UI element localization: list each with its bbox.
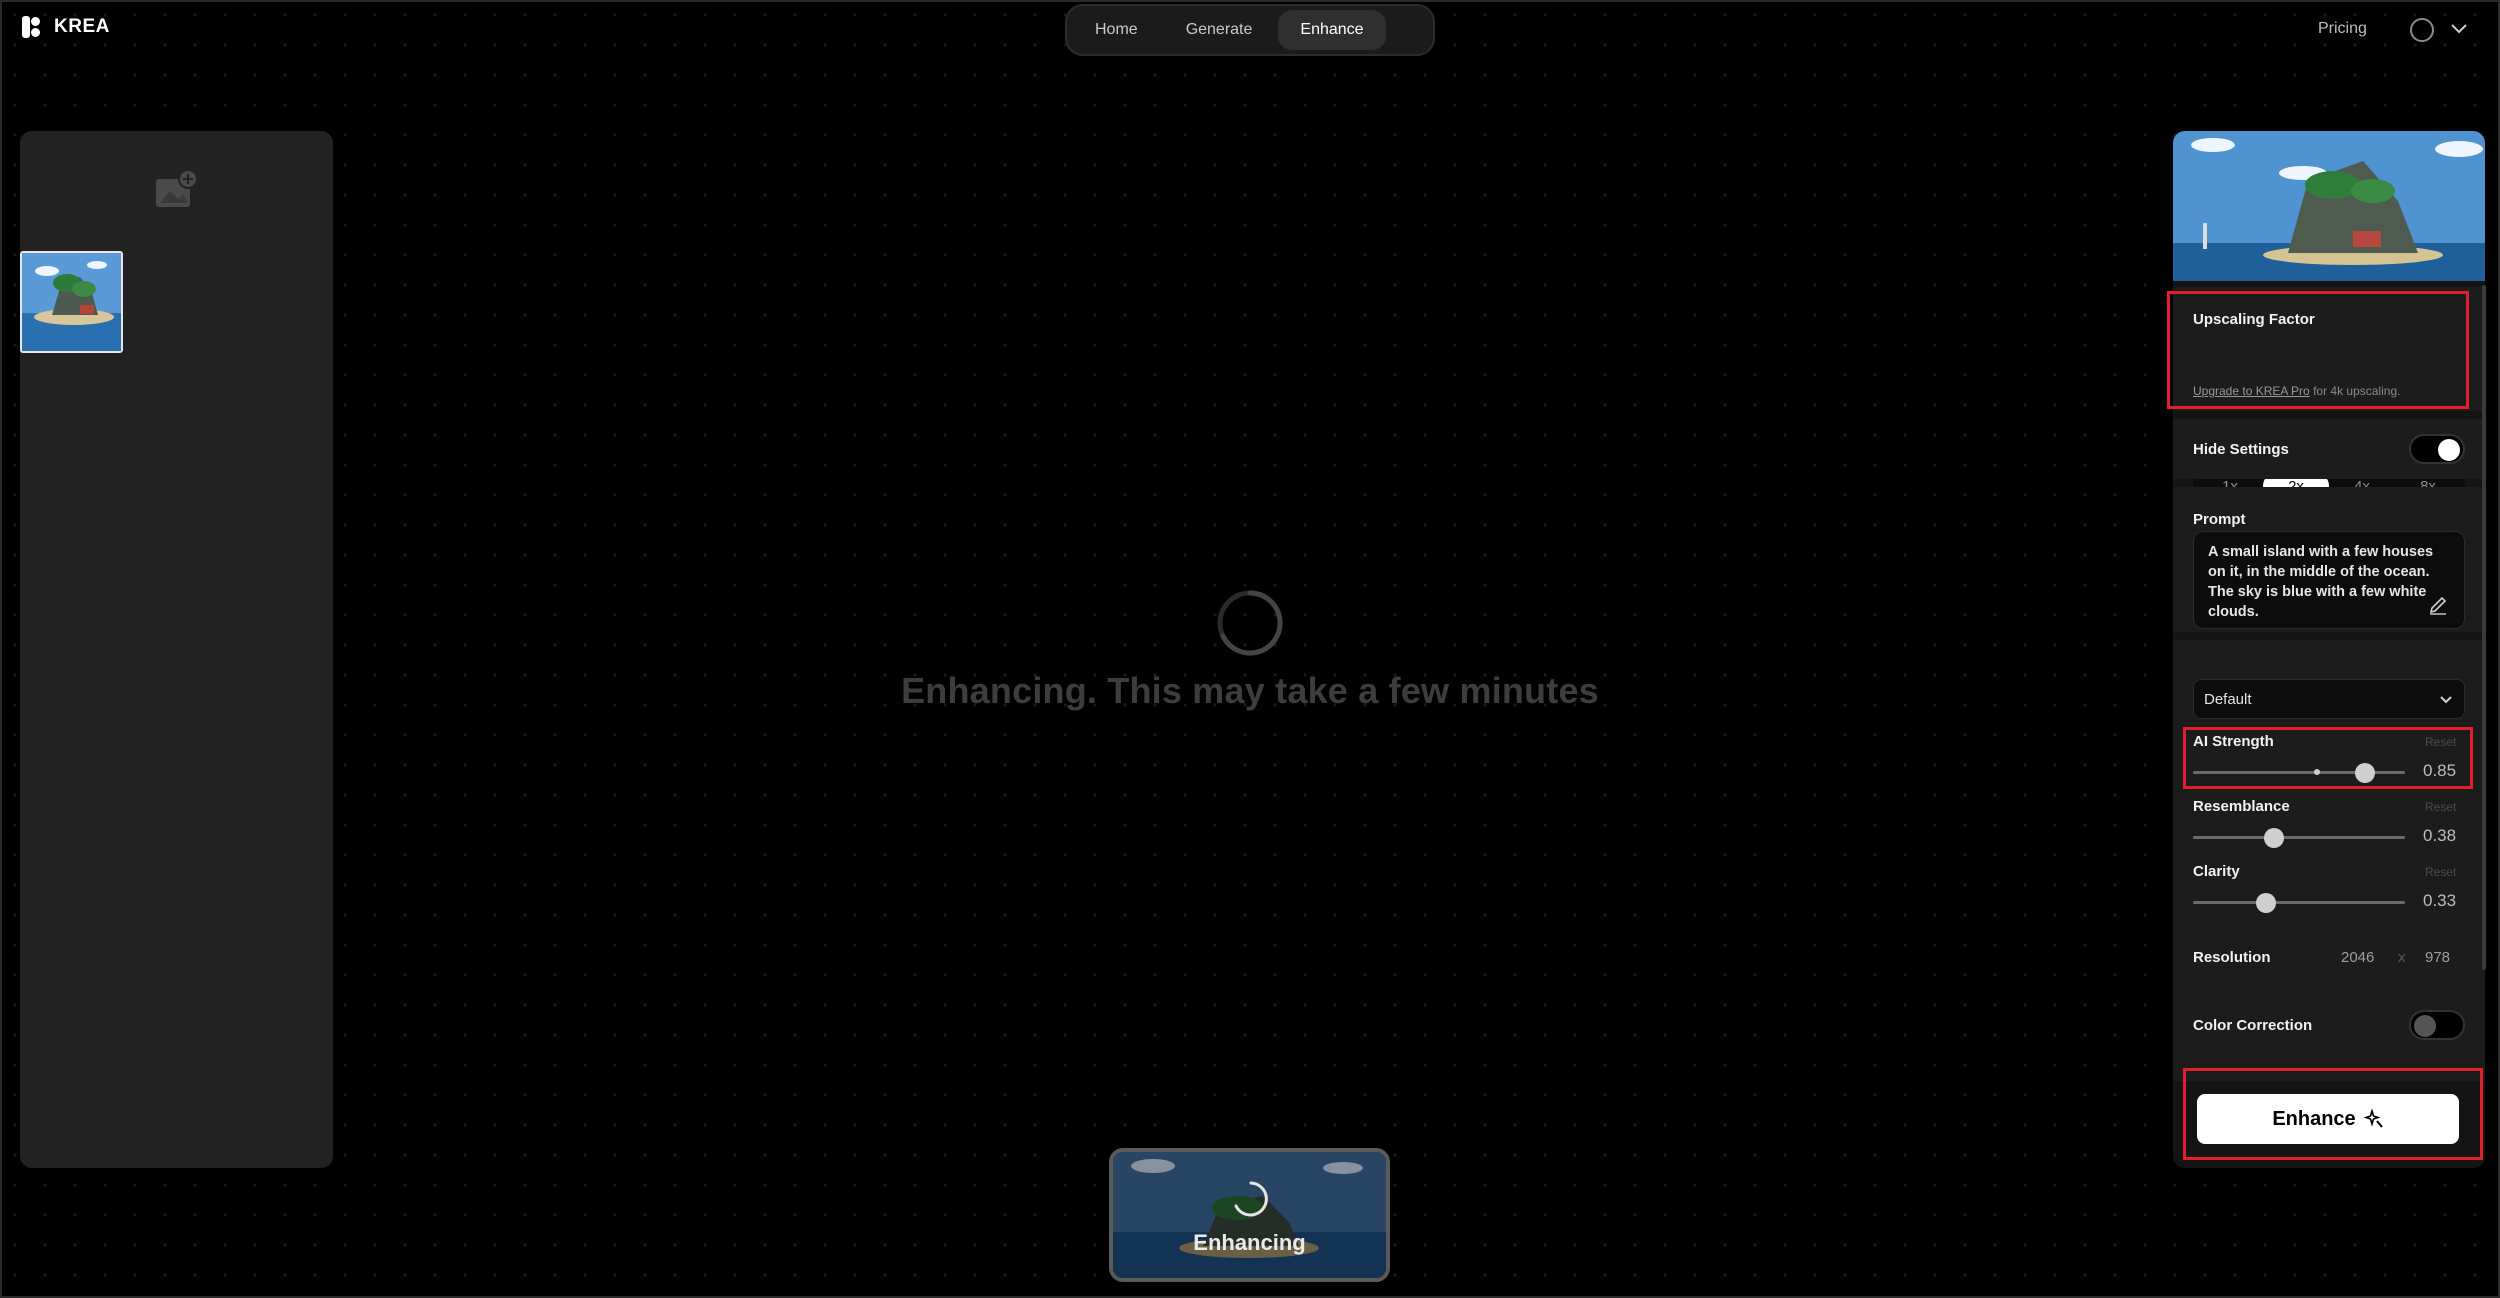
resolution-separator: x	[2398, 949, 2406, 966]
resemblance-thumb[interactable]	[2264, 828, 2284, 848]
resemblance-label: Resemblance	[2193, 798, 2290, 815]
ai-strength-label: AI Strength	[2193, 733, 2274, 750]
enhance-button-label: Enhance	[2272, 1107, 2356, 1130]
color-correction-toggle[interactable]	[2409, 1010, 2465, 1040]
prompt-label: Prompt	[2193, 511, 2246, 528]
color-correction-label: Color Correction	[2193, 1017, 2313, 1034]
image-list-panel	[20, 131, 333, 1168]
chevron-down-icon	[2440, 696, 2452, 704]
ai-strength-thumb[interactable]	[2355, 763, 2375, 783]
preview-image	[2173, 131, 2485, 281]
settings-scrollbar[interactable]	[2482, 285, 2486, 970]
resolution-width[interactable]: 2046	[2341, 949, 2374, 966]
clarity-thumb[interactable]	[2256, 893, 2276, 913]
enhancing-card-label: Enhancing	[1193, 1230, 1306, 1255]
upgrade-link[interactable]: Upgrade to KREA Pro	[2193, 384, 2310, 398]
upscaling-label: Upscaling Factor	[2193, 311, 2315, 328]
sparkle-icon	[2363, 1109, 2383, 1128]
top-nav: Home Generate Enhance	[1065, 4, 1435, 56]
loading-spinner-icon	[1234, 1181, 1268, 1217]
krea-logo-icon	[22, 16, 40, 38]
ai-strength-reset[interactable]: Reset	[2425, 735, 2456, 749]
hide-settings-toggle[interactable]	[2409, 434, 2465, 464]
island-image	[22, 253, 121, 351]
prompt-textarea[interactable]: A small island with a few houses on it, …	[2193, 531, 2465, 629]
upgrade-suffix: for 4k upscaling.	[2309, 384, 2401, 398]
tab-home[interactable]: Home	[1073, 10, 1160, 50]
pencil-icon[interactable]	[2428, 595, 2448, 615]
ai-strength-value: 0.85	[2423, 761, 2457, 780]
app-name: KREA	[54, 16, 110, 37]
avatar-icon[interactable]	[2410, 18, 2434, 42]
enhance-button[interactable]: Enhance	[2197, 1094, 2459, 1144]
clarity-track[interactable]	[2193, 901, 2405, 904]
clarity-reset[interactable]: Reset	[2425, 865, 2456, 879]
chevron-down-icon[interactable]	[2448, 18, 2470, 40]
upgrade-note: Upgrade to KREA Pro for 4k upscaling.	[2193, 384, 2400, 398]
tab-enhance[interactable]: Enhance	[1278, 10, 1386, 50]
resolution-height[interactable]: 978	[2425, 949, 2450, 966]
preset-value: Default	[2204, 690, 2252, 708]
settings-panel: Upscaling Factor 1x 2x 4x 8x Upgrade to …	[2173, 131, 2485, 1168]
resemblance-track[interactable]	[2193, 836, 2405, 839]
color-correction-row: Color Correction	[2173, 991, 2485, 1059]
clarity-label: Clarity	[2193, 863, 2240, 880]
resemblance-value: 0.38	[2423, 826, 2457, 845]
enhancing-status: Enhancing. This may take a few minutes	[901, 670, 1599, 711]
pricing-link[interactable]: Pricing	[2318, 20, 2367, 38]
add-image-icon[interactable]	[154, 169, 198, 209]
resemblance-reset[interactable]: Reset	[2425, 800, 2456, 814]
preset-select[interactable]: Default	[2193, 679, 2465, 719]
image-thumbnail[interactable]	[20, 251, 123, 353]
tab-generate[interactable]: Generate	[1164, 10, 1275, 50]
resolution-label: Resolution	[2193, 949, 2271, 966]
clarity-value: 0.33	[2423, 891, 2457, 910]
ai-strength-default-marker	[2314, 769, 2320, 775]
krea-logo[interactable]: KREA	[22, 16, 110, 38]
loading-spinner-icon	[1217, 590, 1283, 656]
hide-settings-row: Hide Settings	[2173, 419, 2485, 479]
hide-settings-label: Hide Settings	[2193, 441, 2289, 458]
enhancing-card[interactable]: Enhancing	[1109, 1148, 1390, 1282]
